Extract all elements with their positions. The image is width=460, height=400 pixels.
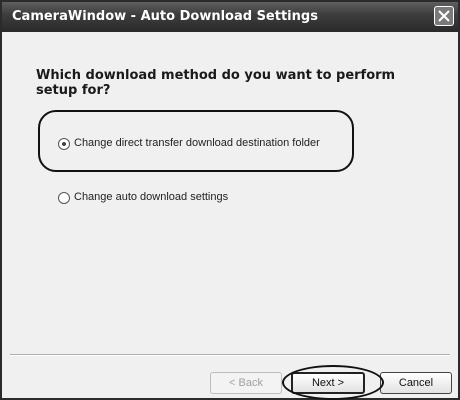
back-button[interactable]: < Back bbox=[210, 372, 282, 394]
close-icon bbox=[438, 10, 450, 22]
question-heading: Which download method do you want to per… bbox=[36, 68, 396, 98]
radio-button[interactable] bbox=[58, 138, 70, 150]
cancel-button[interactable]: Cancel bbox=[380, 372, 452, 394]
dialog-window: CameraWindow - Auto Download Settings Wh… bbox=[0, 0, 460, 400]
footer-divider bbox=[10, 354, 450, 356]
dialog-body: Which download method do you want to per… bbox=[2, 32, 458, 400]
radio-button[interactable] bbox=[58, 192, 70, 204]
radio-option-label: Change auto download settings bbox=[74, 191, 229, 203]
radio-option-label: Change direct transfer download destinat… bbox=[74, 137, 320, 149]
title-bar[interactable]: CameraWindow - Auto Download Settings bbox=[2, 2, 458, 32]
radio-selected-dot bbox=[62, 142, 66, 146]
highlight-annotation bbox=[282, 365, 384, 400]
window-title: CameraWindow - Auto Download Settings bbox=[12, 9, 318, 24]
close-button[interactable] bbox=[434, 6, 454, 26]
